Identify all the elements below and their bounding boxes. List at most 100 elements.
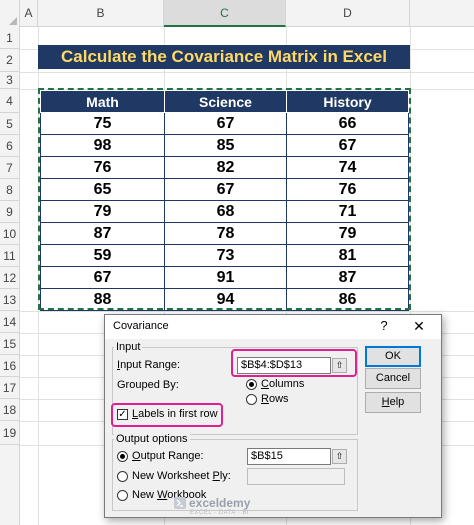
row-header-15[interactable]: 15 [0, 333, 20, 355]
table-row: 98 85 67 [40, 134, 409, 157]
new-workbook-radio[interactable] [117, 490, 128, 501]
help-icon[interactable]: ? [375, 317, 393, 335]
new-wb-text-a: New [132, 489, 158, 501]
table-cell[interactable]: 86 [286, 288, 409, 311]
table-cell[interactable]: 73 [164, 244, 287, 267]
gridline [38, 27, 39, 525]
row-header-18[interactable]: 18 [0, 399, 20, 421]
row-header-4[interactable]: 4 [0, 89, 20, 113]
new-worksheet-radio[interactable] [117, 471, 128, 482]
cancel-button[interactable]: Cancel [365, 368, 421, 389]
labels-first-row-label[interactable]: Labels in first row [132, 408, 218, 420]
table-cell[interactable]: 67 [40, 266, 165, 289]
header-math[interactable]: Math [40, 90, 165, 113]
sheet-title[interactable]: Calculate the Covariance Matrix in Excel [38, 45, 410, 69]
output-range-collapse-icon[interactable]: ⇧ [332, 449, 347, 464]
table-cell[interactable]: 87 [40, 222, 165, 245]
dialog-titlebar[interactable]: Covariance ? ✕ [105, 315, 441, 339]
table-cell[interactable]: 74 [286, 156, 409, 179]
output-range-text: utput Range: [140, 450, 204, 462]
column-header-a[interactable]: A [20, 0, 38, 27]
input-range-field[interactable]: $B$4:$D$13 [237, 357, 331, 374]
header-history[interactable]: History [286, 90, 409, 113]
table-cell[interactable]: 76 [40, 156, 165, 179]
table-row: 79 68 71 [40, 200, 409, 223]
select-all-corner[interactable] [0, 0, 20, 27]
column-header-c[interactable]: C [164, 0, 286, 27]
row-header-10[interactable]: 10 [0, 223, 20, 245]
row-header-13[interactable]: 13 [0, 289, 20, 311]
row-header-16[interactable]: 16 [0, 355, 20, 377]
table-cell[interactable]: 91 [164, 266, 287, 289]
table-cell[interactable]: 94 [164, 288, 287, 311]
output-range-label[interactable]: Output Range: [132, 450, 204, 462]
output-group-label: Output options [114, 433, 190, 445]
table-cell[interactable]: 68 [164, 200, 287, 223]
row-header-12[interactable]: 12 [0, 267, 20, 289]
table-cell[interactable]: 82 [164, 156, 287, 179]
output-range-accel: O [132, 450, 141, 462]
dialog-title: Covariance [113, 320, 169, 332]
column-header-b[interactable]: B [38, 0, 164, 27]
table-cell[interactable]: 78 [164, 222, 287, 245]
table-cell[interactable]: 75 [40, 112, 165, 135]
gridline [20, 311, 474, 312]
table-cell[interactable]: 79 [40, 200, 165, 223]
ok-button[interactable]: OK [365, 346, 421, 367]
table-cell[interactable]: 81 [286, 244, 409, 267]
input-group-label: Input [114, 341, 143, 353]
table-cell[interactable]: 71 [286, 200, 409, 223]
table-cell[interactable]: 88 [40, 288, 165, 311]
table-cell[interactable]: 67 [164, 112, 287, 135]
output-range-radio[interactable] [117, 451, 128, 462]
table-cell[interactable]: 59 [40, 244, 165, 267]
table-row: 75 67 66 [40, 112, 409, 135]
table-row: 76 82 74 [40, 156, 409, 179]
table-cell[interactable]: 87 [286, 266, 409, 289]
rows-accel: R [261, 393, 269, 405]
row-header-8[interactable]: 8 [0, 179, 20, 201]
rows-text: ows [268, 393, 289, 405]
row-header-1[interactable]: 1 [0, 27, 20, 49]
table-cell[interactable]: 67 [286, 134, 409, 157]
help-button[interactable]: Help [365, 392, 421, 413]
table-cell[interactable]: 76 [286, 178, 409, 201]
row-header-5[interactable]: 5 [0, 113, 20, 135]
watermark-brand: exceldemy [189, 496, 251, 510]
row-header-19[interactable]: 19 [0, 421, 20, 445]
table-cell[interactable]: 79 [286, 222, 409, 245]
row-header-9[interactable]: 9 [0, 201, 20, 223]
table-cell[interactable]: 65 [40, 178, 165, 201]
row-header-2[interactable]: 2 [0, 49, 20, 72]
input-range-collapse-icon[interactable]: ⇧ [332, 358, 347, 373]
new-ws-accel: P [212, 470, 220, 482]
header-science[interactable]: Science [164, 90, 287, 113]
table-cell[interactable]: 85 [164, 134, 287, 157]
row-header-6[interactable]: 6 [0, 135, 20, 157]
close-icon[interactable]: ✕ [407, 317, 431, 335]
new-ws-text-a: New Worksheet [132, 470, 213, 482]
data-table: Math Science History 75 67 66 98 85 67 7… [40, 90, 409, 311]
columns-radio[interactable] [246, 379, 257, 390]
watermark-tagline: EXCEL · DATA · BI [190, 510, 250, 516]
row-header-3[interactable]: 3 [0, 72, 20, 89]
input-range-label-text: nput Range: [120, 359, 180, 371]
rows-radio[interactable] [246, 394, 257, 405]
table-cell[interactable]: 98 [40, 134, 165, 157]
row-header-17[interactable]: 17 [0, 377, 20, 399]
row-header-11[interactable]: 11 [0, 245, 20, 267]
rows-radio-label[interactable]: Rows [261, 393, 289, 405]
table-row: 87 78 79 [40, 222, 409, 245]
row-header-14[interactable]: 14 [0, 311, 20, 333]
new-worksheet-label[interactable]: New Worksheet Ply: [132, 470, 231, 482]
new-worksheet-field [247, 468, 345, 485]
row-header-7[interactable]: 7 [0, 157, 20, 179]
column-header-d[interactable]: D [286, 0, 410, 27]
labels-first-row-checkbox[interactable]: ✓ [117, 409, 128, 420]
input-range-label: Input Range: [117, 359, 180, 371]
columns-text: olumns [268, 378, 305, 390]
output-range-field[interactable]: $B$15 [247, 448, 331, 465]
table-cell[interactable]: 66 [286, 112, 409, 135]
columns-radio-label[interactable]: Columns [261, 378, 304, 390]
table-cell[interactable]: 67 [164, 178, 287, 201]
